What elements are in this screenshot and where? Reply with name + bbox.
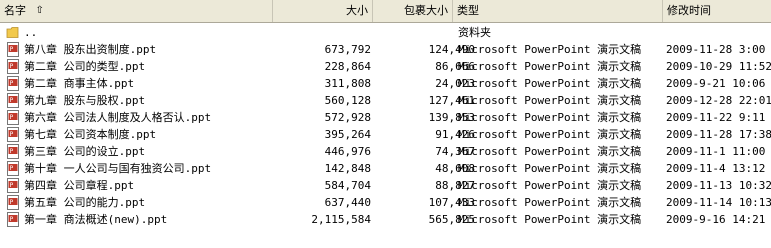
file-modified-time: 2009-10-29 11:52: [666, 60, 771, 73]
file-size: 228,864: [324, 60, 371, 73]
svg-text:P: P: [10, 114, 14, 121]
file-type: Microsoft PowerPoint 演示文稿: [458, 162, 642, 175]
ppt-file-icon: P: [6, 76, 20, 91]
file-modified-time: 2009-11-4 13:12: [666, 162, 766, 175]
ppt-file-icon: P: [6, 110, 20, 125]
file-modified-time: 2009-9-16 14:21: [666, 213, 766, 226]
file-size: 446,976: [324, 145, 371, 158]
file-row[interactable]: P 第三章 公司的设立.ppt 446,976 74,367 Microsoft Pow…: [0, 143, 771, 160]
column-header-modified-label: 修改时间: [667, 4, 711, 17]
file-modified-time: 2009-11-28 17:38: [666, 128, 771, 141]
column-header-bar: 名字 ⇧ 大小 包裹大小 类型 修改时间: [0, 0, 771, 23]
svg-text:P: P: [10, 148, 14, 155]
file-size: 142,848: [324, 162, 371, 175]
file-size: 584,704: [324, 179, 371, 192]
svg-text:P: P: [10, 165, 14, 172]
file-name: 第四章 公司章程.ppt: [24, 179, 135, 192]
sort-ascending-icon: ⇧: [35, 5, 44, 16]
ppt-file-icon: P: [6, 161, 20, 176]
svg-text:P: P: [10, 199, 14, 206]
column-header-name[interactable]: 名字 ⇧: [0, 0, 273, 22]
file-name: 第七章 公司资本制度.ppt: [24, 128, 157, 141]
file-list-window: 名字 ⇧ 大小 包裹大小 类型 修改时间 .. 资料夹 P 第八章 股东出资制度.pp…: [0, 0, 771, 248]
file-name: 第二章 商事主体.ppt: [24, 77, 135, 90]
folder-up-icon: [6, 25, 20, 40]
column-header-size[interactable]: 大小: [273, 0, 373, 22]
svg-text:P: P: [10, 80, 14, 87]
ppt-file-icon: P: [6, 93, 20, 108]
svg-text:P: P: [10, 216, 14, 223]
file-size: 637,440: [324, 196, 371, 209]
column-header-name-label: 名字: [4, 4, 26, 17]
file-name: ..: [24, 26, 38, 39]
file-type: Microsoft PowerPoint 演示文稿: [458, 128, 642, 141]
column-header-type-label: 类型: [457, 4, 479, 17]
svg-text:P: P: [10, 131, 14, 138]
file-row[interactable]: P 第八章 股东出资制度.ppt 673,792 124,490 Microsoft P…: [0, 41, 771, 58]
file-modified-time: 2009-12-28 22:01: [666, 94, 771, 107]
file-type: Microsoft PowerPoint 演示文稿: [458, 196, 642, 209]
ppt-file-icon: P: [6, 212, 20, 227]
svg-text:P: P: [10, 46, 14, 53]
file-row[interactable]: P 第七章 公司资本制度.ppt 395,264 91,426 Microsoft Po…: [0, 126, 771, 143]
file-row[interactable]: P 第一章 商法概述(new).ppt 2,115,584 565,825 Micros…: [0, 211, 771, 228]
ppt-file-icon: P: [6, 59, 20, 74]
svg-text:P: P: [10, 97, 14, 104]
file-size: 560,128: [324, 94, 371, 107]
file-type: Microsoft PowerPoint 演示文稿: [458, 213, 642, 226]
file-type: Microsoft PowerPoint 演示文稿: [458, 43, 642, 56]
file-row[interactable]: P 第九章 股东与股权.ppt 560,128 127,461 Microsoft Po…: [0, 92, 771, 109]
file-name: 第九章 股东与股权.ppt: [24, 94, 146, 107]
ppt-file-icon: P: [6, 127, 20, 142]
file-modified-time: [666, 24, 771, 41]
file-row[interactable]: P 第四章 公司章程.ppt 584,704 88,827 Microsoft Powe…: [0, 177, 771, 194]
ppt-file-icon: P: [6, 195, 20, 210]
column-header-packed[interactable]: 包裹大小: [373, 0, 453, 22]
file-row[interactable]: P 第二章 公司的类型.ppt 228,864 86,666 Microsoft Pow…: [0, 58, 771, 75]
file-modified-time: 2009-11-13 10:32: [666, 179, 771, 192]
file-modified-time: 2009-9-21 10:06: [666, 77, 766, 90]
file-type: Microsoft PowerPoint 演示文稿: [458, 145, 642, 158]
file-name: 第二章 公司的类型.ppt: [24, 60, 146, 73]
file-row[interactable]: P 第五章 公司的能力.ppt 637,440 107,433 Microsoft Po…: [0, 194, 771, 211]
file-row[interactable]: P 第二章 商事主体.ppt 311,808 24,023 Microsoft Powe…: [0, 75, 771, 92]
file-row[interactable]: P 第十章 一人公司与国有独资公司.ppt 142,848 48,608 Microso…: [0, 160, 771, 177]
file-type: 资料夹: [458, 26, 491, 39]
file-name: 第一章 商法概述(new).ppt: [24, 213, 168, 226]
ppt-file-icon: P: [6, 42, 20, 57]
file-modified-time: 2009-11-1 11:00: [666, 145, 766, 158]
file-type: Microsoft PowerPoint 演示文稿: [458, 77, 642, 90]
svg-text:P: P: [10, 182, 14, 189]
file-row[interactable]: P 第六章 公司法人制度及人格否认.ppt 572,928 139,853 Micros…: [0, 109, 771, 126]
file-modified-time: 2009-11-14 10:13: [666, 196, 771, 209]
file-size: 673,792: [324, 43, 371, 56]
file-name: 第八章 股东出资制度.ppt: [24, 43, 157, 56]
ppt-file-icon: P: [6, 144, 20, 159]
file-type: Microsoft PowerPoint 演示文稿: [458, 60, 642, 73]
file-size: 572,928: [324, 111, 371, 124]
ppt-file-icon: P: [6, 178, 20, 193]
column-header-packed-label: 包裹大小: [404, 4, 448, 17]
file-size: 395,264: [324, 128, 371, 141]
column-header-type[interactable]: 类型: [453, 0, 663, 22]
file-name: 第六章 公司法人制度及人格否认.ppt: [24, 111, 212, 124]
svg-text:P: P: [10, 63, 14, 70]
file-size: 311,808: [324, 77, 371, 90]
file-modified-time: 2009-11-22 9:11: [666, 111, 766, 124]
file-size: 2,115,584: [311, 213, 371, 226]
file-name: 第五章 公司的能力.ppt: [24, 196, 146, 209]
file-name: 第十章 一人公司与国有独资公司.ppt: [24, 162, 212, 175]
file-type: Microsoft PowerPoint 演示文稿: [458, 179, 642, 192]
file-size: [275, 24, 371, 41]
file-name: 第三章 公司的设立.ppt: [24, 145, 146, 158]
file-type: Microsoft PowerPoint 演示文稿: [458, 111, 642, 124]
column-header-size-label: 大小: [346, 4, 368, 17]
file-type: Microsoft PowerPoint 演示文稿: [458, 94, 642, 107]
file-modified-time: 2009-11-28 3:00: [666, 43, 766, 56]
file-row[interactable]: .. 资料夹: [0, 24, 771, 41]
column-header-modified[interactable]: 修改时间: [663, 0, 771, 22]
